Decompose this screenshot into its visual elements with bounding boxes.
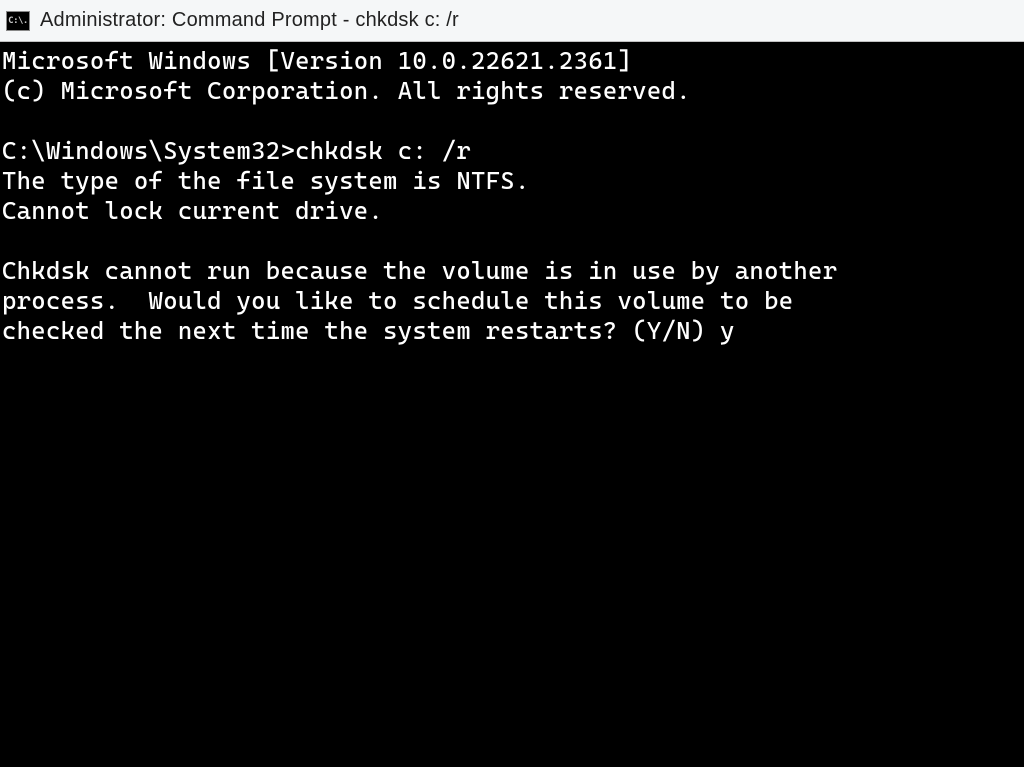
banner-line-1: Microsoft Windows [Version 10.0.22621.23… [2,46,632,75]
window-title: Administrator: Command Prompt - chkdsk c… [40,9,459,32]
prompt-path: C:\Windows\System32 [2,136,280,165]
prompt-separator: > [280,136,295,165]
output-line-1: The type of the file system is NTFS. [2,166,530,195]
user-response: y [720,316,735,345]
terminal-output[interactable]: Microsoft Windows [Version 10.0.22621.23… [0,42,1024,767]
titlebar[interactable]: C:\. Administrator: Command Prompt - chk… [0,0,1024,42]
banner-line-2: (c) Microsoft Corporation. All rights re… [2,76,691,105]
cmd-icon: C:\. [6,11,30,31]
output-line-2: Cannot lock current drive. [2,196,383,225]
prompt-line: C:\Windows\System32>chkdsk c: /r [2,136,471,165]
output-paragraph: Chkdsk cannot run because the volume is … [2,256,837,345]
entered-command: chkdsk c: /r [295,136,471,165]
